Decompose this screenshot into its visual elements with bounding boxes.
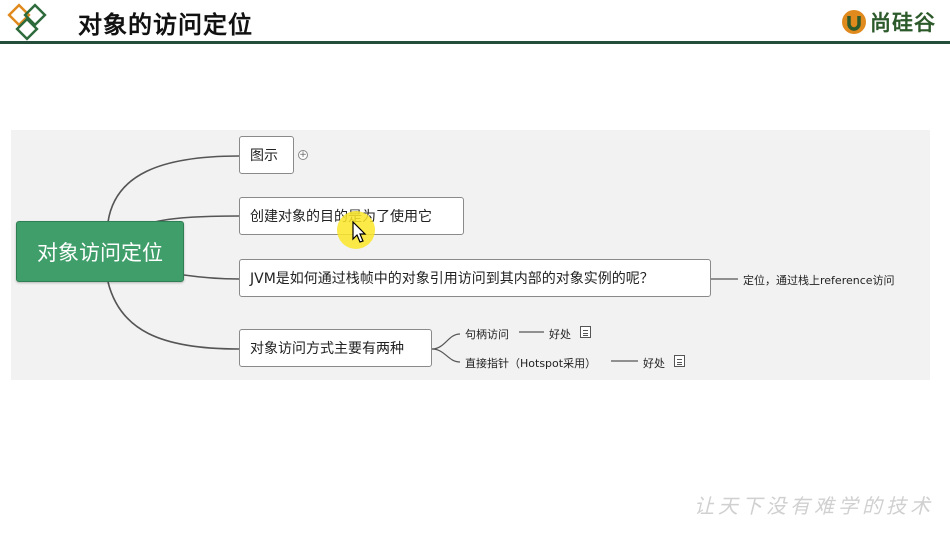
- sub-topic-handle-access[interactable]: 句柄访问: [465, 326, 509, 342]
- branch-node-diagram[interactable]: 图示: [239, 136, 294, 174]
- mindmap-root-node[interactable]: 对象访问定位: [16, 221, 184, 282]
- root-node-label: 对象访问定位: [37, 240, 163, 265]
- slide: 对象的访问定位 尚硅谷 对象访问定位 图示 + JVM是如何通过栈帧中的对象引用…: [0, 0, 950, 533]
- sub-topic-locate[interactable]: 定位，通过栈上reference访问: [743, 272, 895, 288]
- note-icon[interactable]: [674, 355, 685, 367]
- sub-topic-advantage[interactable]: 好处: [549, 326, 571, 342]
- branch-node-access-methods[interactable]: 对象访问方式主要有两种: [239, 329, 432, 367]
- branch-label: 对象访问方式主要有两种: [250, 341, 404, 357]
- sub-topic-direct-pointer[interactable]: 直接指针（Hotspot采用）: [465, 355, 596, 371]
- sub-topic-advantage[interactable]: 好处: [643, 355, 665, 371]
- mouse-pointer-icon: [352, 221, 367, 243]
- branch-node-question[interactable]: JVM是如何通过栈帧中的对象引用访问到其内部的对象实例的呢？: [239, 259, 711, 297]
- watermark-slogan: 让天下没有难学的技术: [694, 494, 934, 518]
- expand-plus-icon[interactable]: +: [298, 150, 308, 160]
- branch-label: 图示: [250, 148, 278, 164]
- note-icon[interactable]: [580, 326, 591, 338]
- branch-label: JVM是如何通过栈帧中的对象引用访问到其内部的对象实例的呢？: [250, 271, 654, 287]
